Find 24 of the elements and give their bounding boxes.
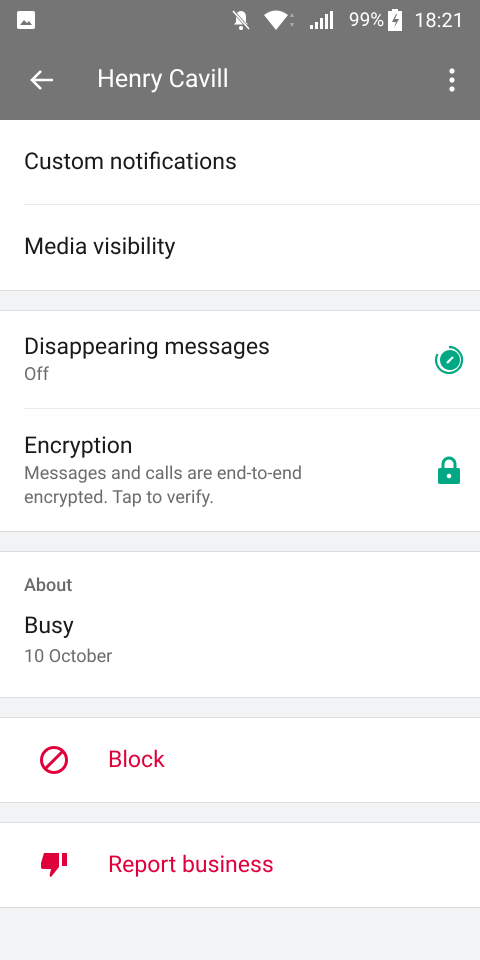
settings-item[interactable]: Disappearing messages	[24, 332, 434, 362]
clock: 18:21	[414, 7, 464, 34]
timer-icon	[434, 344, 464, 374]
about-text: Busy	[24, 611, 75, 641]
wifi-icon	[262, 9, 297, 31]
settings-item[interactable]: Custom notifications	[24, 144, 237, 180]
muted-bell-icon	[230, 9, 251, 31]
block-button[interactable]: Block	[0, 717, 480, 803]
report-button[interactable]: Report business	[0, 822, 480, 908]
more-options-icon[interactable]	[448, 68, 456, 92]
block-icon	[39, 745, 69, 775]
lock-icon	[438, 456, 460, 484]
signal-icon	[308, 10, 333, 30]
about-date: 10 October	[24, 645, 114, 669]
setting-value: Off	[24, 362, 50, 386]
settings-item[interactable]: Media visibility	[24, 230, 176, 265]
contact-name: Henry Cavill	[97, 64, 230, 96]
battery-percent: 99%	[348, 6, 384, 33]
settings-item[interactable]: Encryption	[24, 430, 438, 462]
image-icon	[16, 10, 36, 30]
encryption-description: Messages and calls are end-to-end encrypted. Tap to verify.	[24, 462, 304, 510]
battery-charging-icon	[388, 9, 402, 31]
thumbs-down-icon	[39, 851, 69, 879]
section-header: About	[24, 574, 74, 598]
